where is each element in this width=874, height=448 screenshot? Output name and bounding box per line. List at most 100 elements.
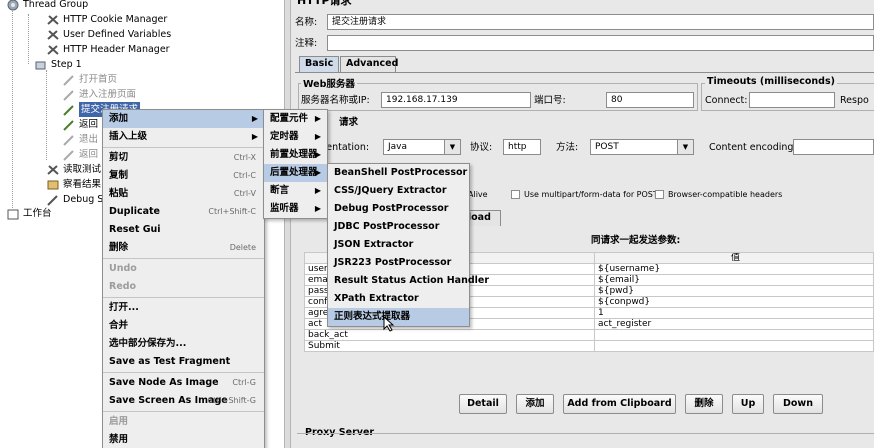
server-field[interactable]: 192.168.17.139 <box>381 92 531 108</box>
add-submenu[interactable]: 配置元件 ▶ 定时器 ▶ 前置处理器 ▶ 后置处理器 ▶ 断言 ▶ 监听器 ▶ <box>263 109 328 219</box>
tree-node-step-1[interactable]: Step 1 <box>34 57 82 72</box>
port-field[interactable]: 80 <box>606 92 694 108</box>
context-menu-item-21: 启用 <box>103 413 264 431</box>
method-select[interactable]: POST ▼ <box>590 139 694 155</box>
context-menu-item-3[interactable]: 剪切 Ctrl-X <box>103 149 264 167</box>
context-menu-item-save-screen-as-image[interactable]: Save Screen As Image Ctrl+Shift-G <box>103 392 264 410</box>
param-value[interactable] <box>594 329 874 341</box>
param-name[interactable]: back_act <box>304 329 595 341</box>
port-label: 端口号: <box>534 95 566 106</box>
add-submenu-item-5[interactable]: 监听器 ▶ <box>264 200 327 218</box>
param-value[interactable]: 1 <box>594 307 874 319</box>
chevron-right-icon: ▶ <box>251 114 258 123</box>
context-menu-item-15[interactable]: 选中部分保存为... <box>103 335 264 353</box>
tree-node-logout[interactable]: 退出 <box>62 132 98 147</box>
tree-node-return-1[interactable]: 返回 <box>62 117 98 132</box>
param-value[interactable]: ${conpwd} <box>594 296 874 308</box>
context-menu-item-reset-gui[interactable]: Reset Gui <box>103 221 264 239</box>
tab-separator <box>295 72 874 73</box>
add-submenu-item-1[interactable]: 定时器 ▶ <box>264 128 327 146</box>
checkbox-box <box>511 190 520 199</box>
chevron-right-icon: ▶ <box>314 186 321 195</box>
param-value[interactable]: ${pwd} <box>594 285 874 297</box>
add-submenu-item-3[interactable]: 后置处理器 ▶ <box>264 164 327 182</box>
protocol-field[interactable]: http <box>503 139 541 155</box>
tree-node-read-test[interactable]: 读取测试 <box>46 162 101 177</box>
browser-headers-checkbox[interactable]: Browser-compatible headers <box>655 190 782 199</box>
add-submenu-item-4[interactable]: 断言 ▶ <box>264 182 327 200</box>
tree-node-return-2[interactable]: 返回 <box>62 147 98 162</box>
name-label: 名称: <box>295 17 318 28</box>
post-processor-item-jdbc-postprocessor[interactable]: JDBC PostProcessor <box>328 218 469 236</box>
context-menu-item-13[interactable]: 打开... <box>103 299 264 317</box>
context-menu-item-duplicate[interactable]: Duplicate Ctrl+Shift-C <box>103 203 264 221</box>
param-value[interactable]: ${username} <box>594 263 874 275</box>
tab-basic[interactable]: Basic <box>299 56 339 72</box>
post-processor-item-8[interactable]: 正则表达式提取器 <box>328 308 469 326</box>
multipart-checkbox[interactable]: Use multipart/form-data for POST <box>511 190 658 199</box>
context-menu-item-22[interactable]: 禁用 <box>103 431 264 448</box>
tree-node-debug-sampler[interactable]: Debug S <box>46 192 103 207</box>
param-value[interactable] <box>594 340 874 352</box>
context-menu-item-0[interactable]: 添加 ▶ <box>103 110 264 128</box>
name-field[interactable]: 提交注册请求 <box>327 14 874 30</box>
context-menu-item-8[interactable]: 删除 Delete <box>103 239 264 257</box>
content-encoding-label: Content encoding: <box>709 142 797 153</box>
tree-node-header-manager[interactable]: HTTP Header Manager <box>46 42 170 57</box>
post-processor-submenu[interactable]: BeanShell PostProcessor CSS/JQuery Extrac… <box>327 163 489 327</box>
value-column-header: 值 <box>594 252 874 264</box>
tree-node-cookie-manager[interactable]: HTTP Cookie Manager <box>46 12 167 27</box>
menu-item-label: 禁用 <box>109 434 129 445</box>
listener-icon <box>46 179 60 191</box>
add-submenu-item-0[interactable]: 配置元件 ▶ <box>264 110 327 128</box>
add-from-clipboard-button[interactable]: Add from Clipboard <box>563 394 676 414</box>
comment-label: 注释: <box>295 38 318 49</box>
menu-item-label: JSR223 PostProcessor <box>334 257 452 268</box>
context-menu-item-save-as-test-fragment[interactable]: Save as Test Fragment <box>103 353 264 371</box>
implementation-select[interactable]: Java ▼ <box>383 139 461 155</box>
tree-node-view-results[interactable]: 察看结果 <box>46 177 101 192</box>
tab-advanced[interactable]: Advanced <box>340 56 398 72</box>
chevron-right-icon: ▶ <box>314 114 321 123</box>
tree-node-user-defined-variables[interactable]: User Defined Variables <box>46 27 171 42</box>
param-value[interactable]: ${email} <box>594 274 874 286</box>
context-menu-item-save-node-as-image[interactable]: Save Node As Image Ctrl-G <box>103 374 264 392</box>
add-submenu-item-2[interactable]: 前置处理器 ▶ <box>264 146 327 164</box>
chevron-down-icon: ▼ <box>677 140 693 154</box>
table-row[interactable]: Submit <box>304 340 874 352</box>
detail-button[interactable]: Detail <box>459 394 507 414</box>
up-button[interactable]: Up <box>732 394 764 414</box>
menu-separator <box>103 372 264 373</box>
delete-button[interactable]: 删除 <box>685 394 723 414</box>
post-processor-item-result-status-action-handler[interactable]: Result Status Action Handler <box>328 272 489 290</box>
context-menu-item-4[interactable]: 复制 Ctrl-C <box>103 167 264 185</box>
post-processor-item-css-jquery-extractor[interactable]: CSS/JQuery Extractor <box>328 182 469 200</box>
menu-item-label: Debug PostProcessor <box>334 203 449 214</box>
tree-node-open-home[interactable]: 打开首页 <box>62 72 117 87</box>
tree-node-workbench[interactable]: 工作台 <box>6 206 52 221</box>
post-processor-item-beanshell-postprocessor[interactable]: BeanShell PostProcessor <box>328 164 469 182</box>
context-menu-item-14[interactable]: 合并 <box>103 317 264 335</box>
connect-timeout-field[interactable] <box>749 92 835 108</box>
param-name[interactable]: Submit <box>304 340 595 352</box>
post-processor-item-jsr223-postprocessor[interactable]: JSR223 PostProcessor <box>328 254 469 272</box>
context-menu-item-5[interactable]: 粘贴 Ctrl-V <box>103 185 264 203</box>
tree-node-thread-group[interactable]: Thread Group <box>6 0 88 12</box>
post-processor-item-xpath-extractor[interactable]: XPath Extractor <box>328 290 469 308</box>
response-label: Respo <box>840 95 869 106</box>
context-menu[interactable]: 添加 ▶ 插入上级 ▶ 剪切 Ctrl-X 复制 Ctrl-C 粘贴 Ctrl-V Duplicat… <box>102 109 265 448</box>
param-value[interactable]: act_register <box>594 318 874 330</box>
comment-field[interactable] <box>327 35 874 51</box>
post-processor-item-debug-postprocessor[interactable]: Debug PostProcessor <box>328 200 469 218</box>
menu-item-label: Duplicate <box>109 206 160 217</box>
post-processor-item-json-extractor[interactable]: JSON Extractor <box>328 236 469 254</box>
menu-item-label: JDBC PostProcessor <box>334 221 440 232</box>
chevron-right-icon: ▶ <box>314 168 321 177</box>
context-menu-item-1[interactable]: 插入上级 ▶ <box>103 128 264 146</box>
tree-node-enter-register[interactable]: 进入注册页面 <box>62 87 136 102</box>
add-button[interactable]: 添加 <box>516 394 554 414</box>
server-label: 服务器名称或IP: <box>301 95 370 106</box>
content-encoding-field[interactable] <box>793 139 874 155</box>
down-button[interactable]: Down <box>773 394 823 414</box>
wrench-icon <box>46 29 60 41</box>
